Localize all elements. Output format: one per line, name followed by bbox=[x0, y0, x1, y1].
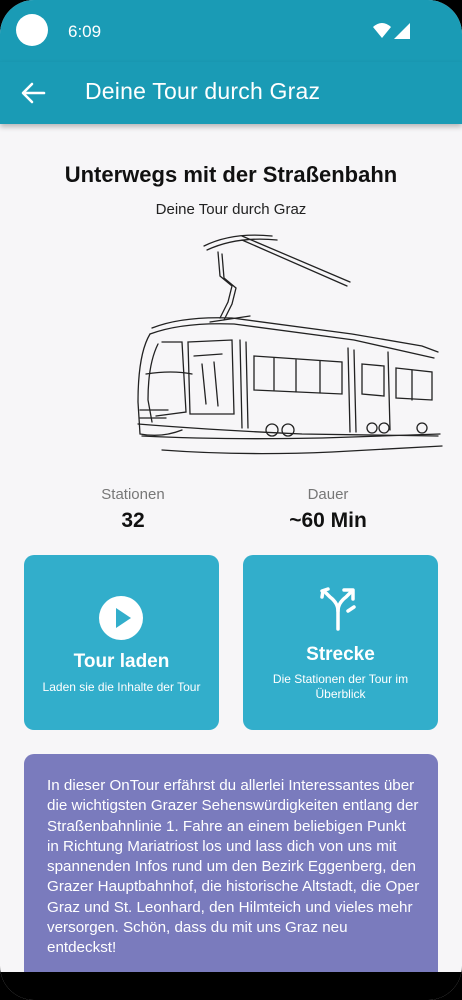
arrow-back-icon[interactable] bbox=[18, 78, 48, 108]
system-nav-bar bbox=[0, 972, 462, 1000]
camera-dot-icon bbox=[16, 14, 48, 46]
route-title: Strecke bbox=[306, 644, 375, 665]
stat-stations-label: Stationen bbox=[101, 486, 165, 503]
load-tour-card[interactable]: Tour laden Laden sie die Inhalte der Tou… bbox=[24, 555, 219, 730]
stat-duration-value: ~60 Min bbox=[289, 509, 367, 532]
fork-route-icon bbox=[320, 587, 356, 631]
status-time: 6:09 bbox=[68, 22, 102, 41]
page-heading: Unterwegs mit der Straßenbahn bbox=[64, 162, 398, 187]
app-bar: Deine Tour durch Graz bbox=[0, 62, 462, 124]
stat-stations: Stationen 32 bbox=[33, 486, 233, 533]
route-card[interactable]: Strecke Die Stationen der Tour im Überbl… bbox=[243, 555, 438, 730]
stat-duration: Dauer ~60 Min bbox=[228, 486, 428, 533]
route-description: Die Stationen der Tour im Überblick bbox=[272, 672, 409, 701]
stat-duration-label: Dauer bbox=[307, 486, 349, 503]
app-bar-title: Deine Tour durch Graz bbox=[85, 78, 321, 104]
tour-info-box: In dieser OnTour erfährst du allerlei In… bbox=[24, 754, 438, 994]
load-tour-title: Tour laden bbox=[73, 651, 170, 672]
page-subheading: Deine Tour durch Graz bbox=[155, 201, 307, 218]
phone-screen: 6:09 Deine Tour durch Graz Unterwegs mit… bbox=[0, 0, 462, 1000]
load-tour-description: Laden sie die Inhalte der Tour bbox=[42, 680, 201, 694]
status-icons bbox=[373, 23, 410, 39]
play-circle-icon bbox=[99, 596, 143, 640]
main-content: Unterwegs mit der Straßenbahn Deine Tour… bbox=[0, 124, 462, 994]
wifi-icon bbox=[373, 23, 391, 38]
signal-icon bbox=[394, 23, 410, 39]
stat-stations-value: 32 bbox=[121, 509, 145, 532]
status-bar: 6:09 bbox=[0, 0, 462, 62]
tram-illustration bbox=[137, 234, 443, 455]
